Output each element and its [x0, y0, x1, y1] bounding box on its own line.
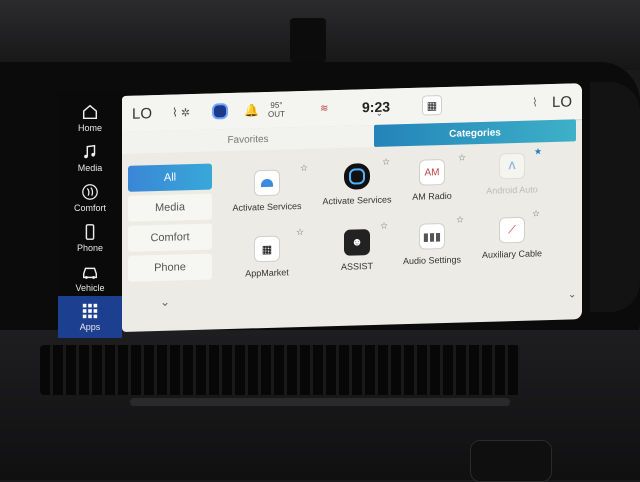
vent-bar — [130, 398, 510, 406]
chevron-down-icon[interactable]: ⌄ — [160, 295, 170, 309]
category-list: All Media Comfort Phone — [128, 163, 214, 282]
app-label: Activate Services — [232, 200, 302, 213]
outside-temp-value: 95° — [270, 100, 283, 110]
app-activate-services[interactable]: Activate Services — [222, 169, 312, 214]
tab-categories[interactable]: Categories — [374, 119, 576, 147]
grid-icon: ▦ — [422, 95, 442, 116]
outside-temp-unit: OUT — [268, 109, 285, 119]
favorite-star-icon[interactable]: ☆ — [300, 163, 308, 174]
alexa-dot-icon — [212, 103, 228, 120]
nav-media-label: Media — [77, 163, 103, 173]
nav-comfort-label: Comfort — [73, 203, 106, 213]
scroll-down-icon[interactable]: ⌄ — [568, 289, 576, 300]
alexa-ring-icon — [344, 163, 370, 190]
nav-home-label: Home — [77, 123, 102, 133]
passenger-temp[interactable]: LO — [552, 83, 572, 120]
nav-vehicle-label: Vehicle — [75, 283, 105, 293]
favorite-star-icon[interactable]: ☆ — [532, 208, 540, 219]
app-am-radio[interactable]: AM AM Radio — [387, 158, 477, 203]
driver-temp[interactable]: LO — [132, 95, 152, 132]
favorite-star-icon[interactable]: ☆ — [296, 227, 304, 238]
side-nav: Home Media Comfort Phone Vehicle Apps — [58, 92, 122, 338]
infotainment-screen: LO ⌇ ✲ 🔔 95° OUT ≋ 9:23 ⌄ ▦ ⌇ LO Favorit… — [122, 83, 582, 333]
category-media[interactable]: Media — [128, 193, 212, 222]
seat-icon: ⌇ — [172, 105, 178, 120]
wifi-icon: ≋ — [320, 102, 329, 114]
app-label: ASSIST — [340, 260, 373, 272]
app-appmarket[interactable]: ▦ AppMarket — [222, 235, 312, 280]
notification-status[interactable]: 🔔 — [244, 92, 259, 128]
apps-grid-icon — [82, 303, 98, 319]
app-label: Auxiliary Cable — [481, 248, 543, 260]
app-label: AppMarket — [245, 267, 289, 279]
alexa-status[interactable] — [212, 93, 228, 129]
app-audio-settings[interactable]: ▮▮▮ Audio Settings — [387, 222, 477, 267]
console-control — [470, 440, 552, 482]
app-label: Android Auto — [486, 184, 538, 196]
favorite-star-filled-icon[interactable]: ★ — [534, 146, 542, 157]
fan-icon: ✲ — [180, 106, 191, 119]
android-auto-icon: Λ — [499, 152, 525, 180]
category-phone[interactable]: Phone — [128, 253, 212, 282]
music-note-icon — [84, 144, 96, 159]
phone-icon — [85, 224, 95, 240]
seat-heat-icon — [82, 184, 98, 200]
bell-icon: 🔔 — [244, 103, 259, 118]
am-radio-icon: AM — [419, 158, 445, 186]
audio-settings-icon: ▮▮▮ — [419, 222, 445, 250]
aux-cable-icon: ⟋ — [499, 216, 525, 244]
nav-media[interactable]: Media — [58, 136, 122, 180]
favorite-star-icon[interactable]: ☆ — [456, 214, 464, 225]
nav-home[interactable]: Home — [58, 96, 122, 140]
dashboard-trim — [290, 18, 326, 62]
home-icon — [82, 104, 98, 120]
app-label: AM Radio — [412, 190, 452, 202]
favorite-star-icon[interactable]: ☆ — [458, 152, 466, 163]
category-comfort[interactable]: Comfort — [128, 223, 212, 252]
nav-vehicle[interactable]: Vehicle — [58, 256, 122, 300]
nav-phone-label: Phone — [76, 243, 104, 253]
alexa-icon — [254, 169, 280, 197]
nav-comfort[interactable]: Comfort — [58, 176, 122, 220]
app-auxiliary-cable[interactable]: ⟋ Auxiliary Cable — [467, 216, 557, 261]
assist-icon: ☻ — [344, 229, 370, 256]
app-grid: Activate Services ☆ Activate Services ☆ … — [222, 146, 577, 319]
bezel-edge — [590, 82, 640, 312]
passenger-seat-icon: ⌇ — [532, 95, 538, 110]
connectivity-status[interactable]: ≋ — [320, 90, 328, 126]
chevron-down-icon[interactable]: ⌄ — [376, 107, 383, 119]
quick-menu[interactable]: ▦ — [422, 87, 442, 124]
nav-apps-label: Apps — [79, 322, 101, 332]
air-vent — [40, 345, 520, 395]
app-label: Audio Settings — [402, 254, 462, 267]
category-all[interactable]: All — [128, 163, 212, 192]
app-label: Activate Services — [322, 194, 392, 207]
seat-heat-status[interactable]: ⌇ ✲ — [172, 94, 190, 131]
vehicle-icon — [82, 267, 98, 279]
outside-temp: 95° OUT — [268, 91, 285, 127]
appmarket-icon: ▦ — [254, 235, 280, 263]
passenger-seat-status[interactable]: ⌇ — [532, 84, 538, 120]
nav-phone[interactable]: Phone — [58, 216, 122, 260]
app-android-auto[interactable]: Λ Android Auto — [467, 152, 557, 197]
nav-apps[interactable]: Apps — [58, 296, 122, 338]
